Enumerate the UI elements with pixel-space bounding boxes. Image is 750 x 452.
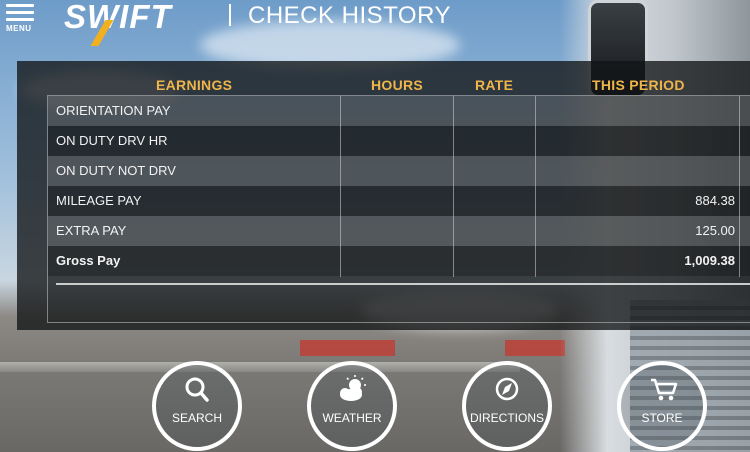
- table-row: EXTRA PAY 125.00: [48, 216, 750, 246]
- weather-label: WEATHER: [322, 411, 382, 425]
- hamburger-icon: [6, 4, 34, 7]
- store-button[interactable]: STORE: [617, 361, 707, 451]
- row-label: ON DUTY NOT DRV: [56, 163, 176, 178]
- row-amount: 884.38: [695, 193, 735, 208]
- total-separator: [56, 283, 750, 285]
- weather-button[interactable]: WEATHER: [307, 361, 397, 451]
- gross-pay-label: Gross Pay: [56, 253, 121, 268]
- weather-icon: [340, 375, 366, 401]
- page-title: CHECK HISTORY: [248, 2, 451, 29]
- column-header-earnings: EARNINGS: [156, 77, 233, 93]
- earnings-table: ORIENTATION PAY ON DUTY DRV HR ON DUTY N…: [47, 95, 750, 323]
- column-divider: [453, 96, 454, 277]
- logo-text: SWIFT: [64, 0, 172, 35]
- column-divider: [340, 96, 341, 277]
- table-row: ORIENTATION PAY: [48, 96, 750, 126]
- cart-icon: [651, 378, 678, 401]
- table-row: ON DUTY NOT DRV: [48, 156, 750, 186]
- column-divider: [739, 96, 740, 277]
- column-header-hours: HOURS: [371, 77, 424, 93]
- column-header-this-period: THIS PERIOD: [592, 77, 685, 93]
- search-button[interactable]: SEARCH: [152, 361, 242, 451]
- row-label: EXTRA PAY: [56, 223, 127, 238]
- menu-label: MENU: [6, 24, 32, 33]
- row-label: ON DUTY DRV HR: [56, 133, 168, 148]
- swift-logo: SWIFT: [64, 0, 172, 46]
- compass-icon: [495, 377, 519, 401]
- total-row: Gross Pay 1,009.38: [48, 246, 750, 276]
- directions-button[interactable]: DIRECTIONS: [462, 361, 552, 451]
- search-label: SEARCH: [171, 411, 222, 425]
- table-row: MILEAGE PAY 884.38: [48, 186, 750, 216]
- store-label: STORE: [641, 411, 683, 425]
- gross-pay-amount: 1,009.38: [684, 253, 735, 268]
- header-divider: [229, 4, 231, 26]
- table-row: ON DUTY DRV HR: [48, 126, 750, 156]
- earnings-panel: EARNINGS HOURS RATE THIS PERIOD ORIENTAT…: [17, 61, 750, 330]
- row-label: ORIENTATION PAY: [56, 103, 171, 118]
- row-amount: 125.00: [695, 223, 735, 238]
- row-label: MILEAGE PAY: [56, 193, 142, 208]
- directions-label: DIRECTIONS: [469, 411, 544, 425]
- column-divider: [535, 96, 536, 277]
- column-header-rate: RATE: [475, 77, 514, 93]
- menu-button[interactable]: MENU: [6, 2, 36, 38]
- search-icon: [185, 377, 209, 402]
